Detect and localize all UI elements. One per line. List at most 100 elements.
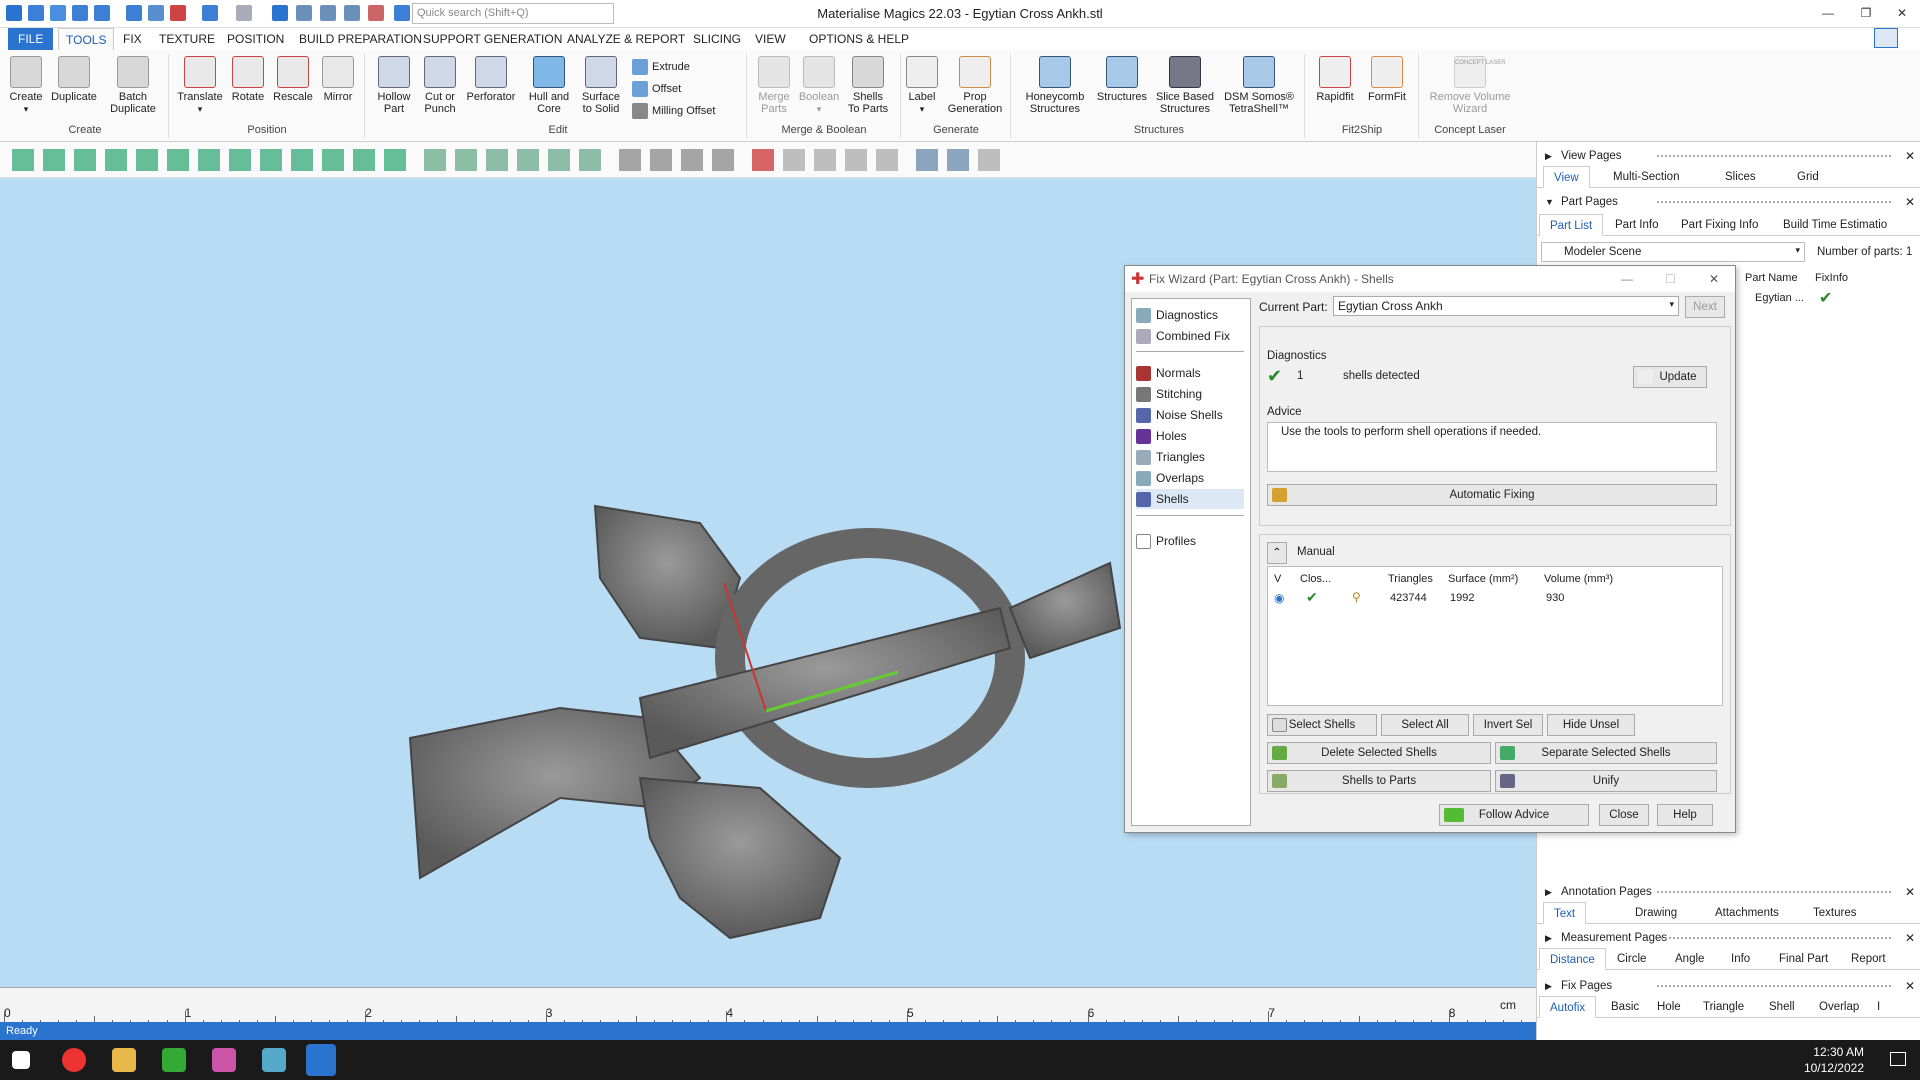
unify-button[interactable]: Unify (1495, 770, 1717, 792)
fix-pages-header[interactable]: ▶ Fix Pages ✕ (1537, 976, 1920, 996)
explorer-icon[interactable] (112, 1048, 136, 1072)
toolbar-icon[interactable] (579, 149, 601, 171)
new-icon[interactable] (28, 5, 44, 21)
help-button[interactable]: Help (1657, 804, 1713, 826)
tab-view[interactable]: VIEW (748, 28, 793, 50)
tab-multi-section[interactable]: Multi-Section (1603, 166, 1689, 188)
tab-build-time[interactable]: Build Time Estimatio (1773, 214, 1897, 236)
tab-basic[interactable]: Basic (1601, 996, 1649, 1018)
current-part-select[interactable]: Egytian Cross Ankh ▾ (1333, 296, 1679, 316)
milling-offset-button[interactable]: Milling Offset (632, 102, 715, 120)
tab-more[interactable]: I (1867, 996, 1890, 1018)
tab-overlap[interactable]: Overlap (1809, 996, 1869, 1018)
toolbar-icon[interactable] (12, 149, 34, 171)
separate-selected-shells-button[interactable]: Separate Selected Shells (1495, 742, 1717, 764)
nav-overlaps[interactable]: Overlaps (1136, 468, 1244, 488)
toolbar-icon[interactable] (814, 149, 836, 171)
layout-icon[interactable] (1874, 28, 1898, 48)
redo-icon[interactable] (236, 5, 252, 21)
rotate-button[interactable]: Rotate (228, 56, 268, 103)
tab-triangle[interactable]: Triangle (1693, 996, 1754, 1018)
tab-attachments[interactable]: Attachments (1705, 902, 1789, 924)
honeycomb-button[interactable]: Honeycomb Structures (1016, 56, 1094, 115)
tab-texture[interactable]: TEXTURE (152, 28, 222, 50)
eye-icon[interactable]: ◉ (1274, 591, 1284, 605)
slice-based-button[interactable]: Slice Based Structures (1152, 56, 1218, 115)
close-button[interactable]: Close (1599, 804, 1649, 826)
view-pages-header[interactable]: ▶ View Pages ✕ (1537, 146, 1920, 166)
toolbar-icon[interactable] (384, 149, 406, 171)
zoom-out-icon[interactable] (368, 5, 384, 21)
toolbar-icon[interactable] (291, 149, 313, 171)
select-icon[interactable] (272, 5, 288, 21)
update-button[interactable]: Update (1633, 366, 1707, 388)
tab-analyze-report[interactable]: ANALYZE & REPORT (560, 28, 692, 50)
toolbar-icon[interactable] (548, 149, 570, 171)
app2-icon[interactable] (212, 1048, 236, 1072)
quick-search-input[interactable]: Quick search (Shift+Q) (412, 3, 614, 24)
formfit-button[interactable]: FormFit (1362, 56, 1412, 103)
toolbar-icon[interactable] (876, 149, 898, 171)
tab-file[interactable]: FILE (8, 28, 54, 50)
maximize-icon[interactable]: ☐ (1665, 266, 1676, 292)
hollow-part-button[interactable]: Hollow Part (370, 56, 418, 115)
tab-build-preparation[interactable]: BUILD PREPARATION (292, 28, 429, 50)
toolbar-icon[interactable] (105, 149, 127, 171)
toolbar-icon[interactable] (353, 149, 375, 171)
shells-to-parts-button[interactable]: Shells to Parts (1267, 770, 1491, 792)
tab-view-page[interactable]: View (1543, 166, 1590, 188)
follow-advice-button[interactable]: Follow Advice (1439, 804, 1589, 826)
nav-profiles[interactable]: Profiles (1136, 531, 1244, 551)
nav-shells[interactable]: Shells (1136, 489, 1244, 509)
close-icon[interactable]: ✕ (1905, 928, 1915, 948)
view-icon[interactable] (320, 5, 336, 21)
close-icon[interactable]: ✕ (1905, 976, 1915, 996)
nav-triangles[interactable]: Triangles (1136, 447, 1244, 467)
toolbar-icon[interactable] (517, 149, 539, 171)
tab-report[interactable]: Report (1841, 948, 1896, 970)
import-icon[interactable] (126, 5, 142, 21)
toolbar-icon[interactable] (229, 149, 251, 171)
toolbar-icon[interactable] (260, 149, 282, 171)
merge-parts-button[interactable]: Merge Parts (750, 56, 798, 115)
perforator-button[interactable]: Perforator (462, 56, 520, 103)
close-icon[interactable]: ✕ (1905, 146, 1915, 166)
app-icon[interactable] (6, 5, 22, 21)
app3-icon[interactable] (262, 1048, 286, 1072)
hide-unsel-button[interactable]: Hide Unsel (1547, 714, 1635, 736)
tab-info[interactable]: Info (1721, 948, 1760, 970)
save-all-icon[interactable] (94, 5, 110, 21)
tab-part-fixing-info[interactable]: Part Fixing Info (1671, 214, 1768, 236)
toolbar-icon[interactable] (947, 149, 969, 171)
tab-slices[interactable]: Slices (1715, 166, 1766, 188)
toolbar-icon[interactable] (712, 149, 734, 171)
close-window-button[interactable]: ✕ (1884, 2, 1920, 24)
save-icon[interactable] (72, 5, 88, 21)
measurement-pages-header[interactable]: ▶ Measurement Pages ✕ (1537, 928, 1920, 948)
toolbar-icon[interactable] (455, 149, 477, 171)
structures-button[interactable]: Structures (1094, 56, 1150, 103)
tab-part-list[interactable]: Part List (1539, 214, 1604, 236)
clock[interactable]: 12:30 AM 10/12/2022 (1804, 1044, 1864, 1076)
toolbar-icon[interactable] (74, 149, 96, 171)
tab-angle[interactable]: Angle (1665, 948, 1714, 970)
minimize-button[interactable]: — (1810, 2, 1846, 24)
select-shells-button[interactable]: Select Shells (1267, 714, 1377, 736)
nav-noise-shells[interactable]: Noise Shells (1136, 405, 1244, 425)
tab-hole[interactable]: Hole (1647, 996, 1691, 1018)
automatic-fixing-button[interactable]: Automatic Fixing (1267, 484, 1717, 506)
remove-volume-button[interactable]: CONCEPT LASER Remove Volume Wizard (1422, 56, 1518, 115)
boolean-button[interactable]: Boolean ▾ (796, 56, 842, 115)
offset-button[interactable]: Offset (632, 80, 681, 98)
magics-icon[interactable] (306, 1044, 336, 1076)
tab-distance[interactable]: Distance (1539, 948, 1606, 970)
close-icon[interactable]: ✕ (1905, 882, 1915, 902)
toolbar-icon[interactable] (681, 149, 703, 171)
tab-slicing[interactable]: SLICING (686, 28, 748, 50)
tab-grid[interactable]: Grid (1787, 166, 1829, 188)
start-icon[interactable] (12, 1051, 30, 1069)
table-row[interactable]: ◉ ✔ ⚲ 423744 1992 930 (1268, 589, 1722, 609)
toolbar-icon[interactable] (978, 149, 1000, 171)
toolbar-icon[interactable] (136, 149, 158, 171)
select-all-button[interactable]: Select All (1381, 714, 1469, 736)
